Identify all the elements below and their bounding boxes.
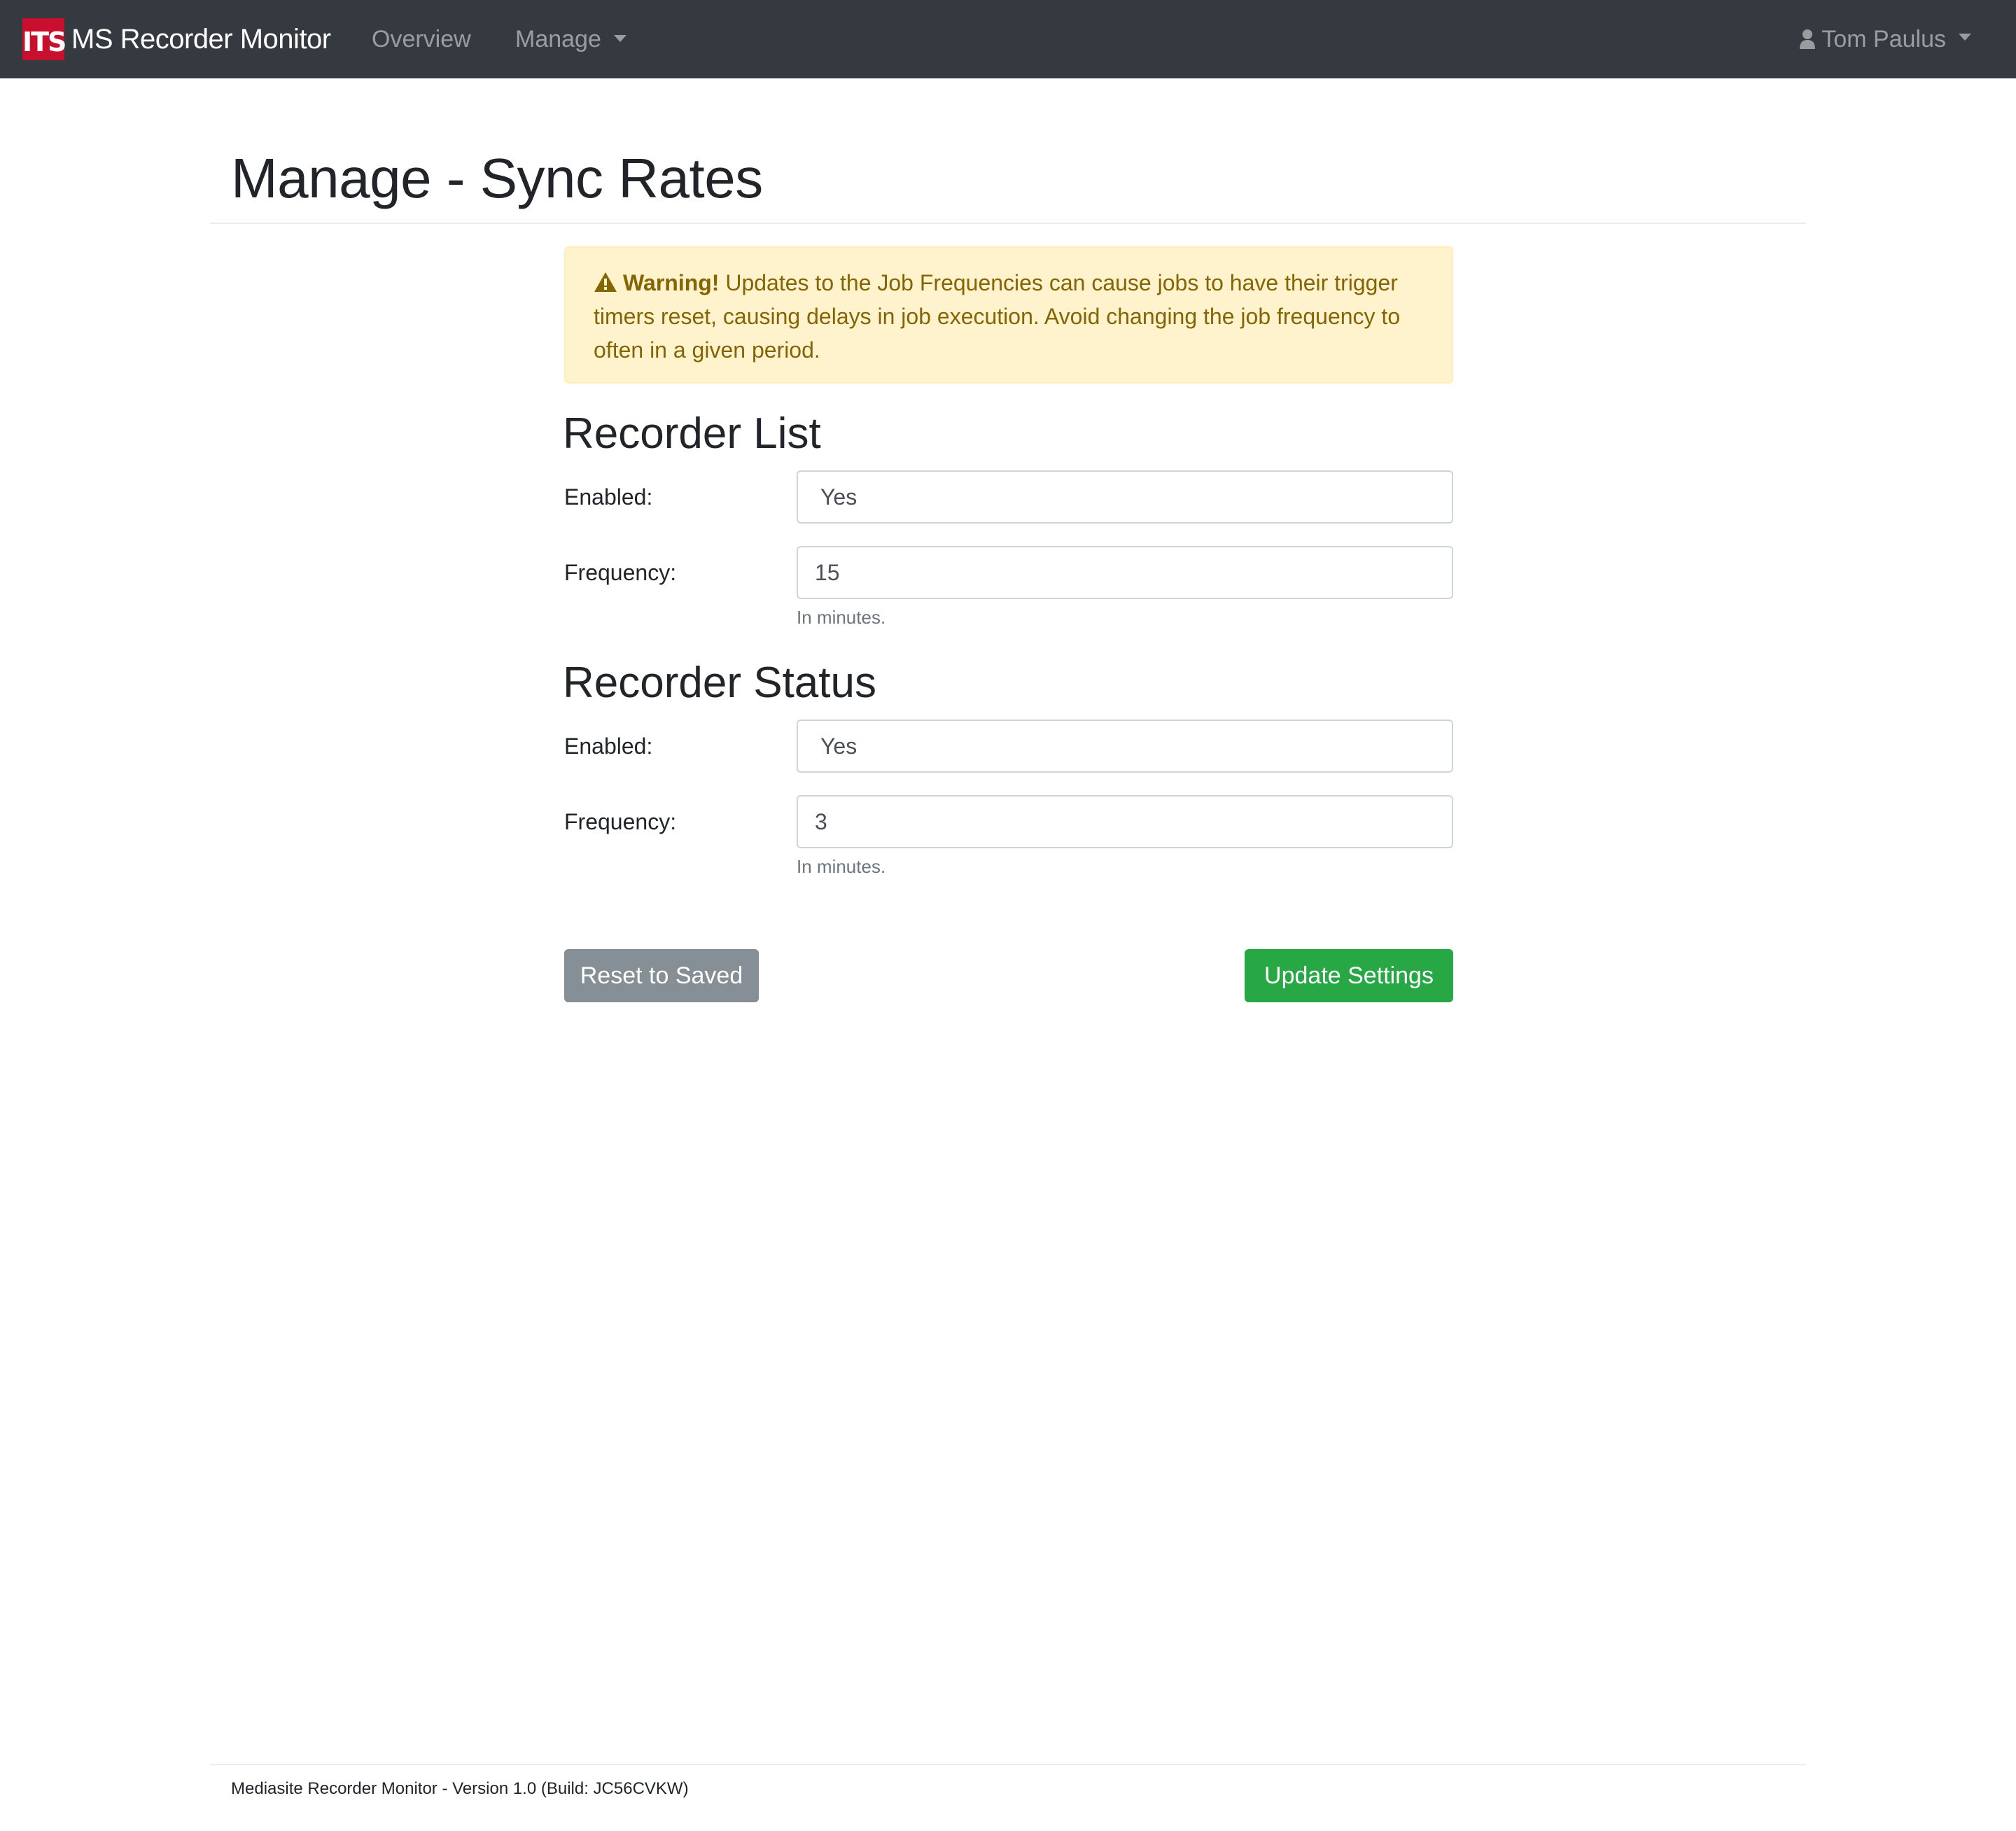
top-navbar: ITS MS Recorder Monitor Overview Manage … — [0, 0, 2016, 78]
user-icon — [1800, 29, 1816, 49]
reset-to-saved-button[interactable]: Reset to Saved — [564, 949, 759, 1002]
user-name: Tom Paulus — [1821, 26, 1946, 52]
brand-link[interactable]: ITS MS Recorder Monitor — [22, 18, 331, 60]
nav-overview[interactable]: Overview — [372, 21, 471, 57]
caret-down-icon — [613, 35, 626, 43]
header-divider — [210, 223, 1806, 224]
warning-alert: Warning! Updates to the Job Frequencies … — [564, 246, 1453, 384]
section-heading-recorder-list: Recorder List — [563, 409, 821, 458]
recorder-status-frequency-value: 3 — [815, 809, 827, 834]
brand-title: MS Recorder Monitor — [71, 23, 331, 55]
recorder-status-frequency-input[interactable]: 3 — [797, 795, 1453, 848]
recorder-list-enabled-select[interactable]: Yes — [797, 470, 1453, 524]
section-heading-recorder-status: Recorder Status — [563, 659, 876, 707]
recorder-status-enabled-select[interactable]: Yes — [797, 720, 1453, 773]
nav-overview-label: Overview — [372, 26, 471, 52]
recorder-list-frequency-input[interactable]: 15 — [797, 546, 1453, 599]
nav-manage-dropdown[interactable]: Manage — [515, 21, 626, 57]
recorder-list-frequency-value: 15 — [815, 560, 840, 585]
recorder-status-enabled-value: Yes — [820, 734, 858, 759]
its-logo: ITS — [22, 18, 66, 60]
recorder-status-frequency-help: In minutes. — [797, 856, 886, 877]
recorder-list-frequency-help: In minutes. — [797, 607, 886, 628]
alert-strong-label: Warning! — [623, 270, 720, 295]
caret-down-icon — [1959, 34, 1971, 41]
recorder-status-enabled-label: Enabled: — [564, 734, 653, 759]
recorder-status-frequency-label: Frequency: — [564, 809, 677, 834]
page-title: Manage - Sync Rates — [231, 147, 763, 209]
footer-version: Mediasite Recorder Monitor - Version 1.0… — [231, 1779, 689, 1798]
update-settings-button[interactable]: Update Settings — [1245, 949, 1453, 1002]
warning-triangle-icon — [594, 272, 617, 292]
footer-divider — [210, 1764, 1806, 1765]
recorder-list-enabled-label: Enabled: — [564, 484, 653, 510]
recorder-list-enabled-value: Yes — [820, 484, 858, 510]
recorder-list-frequency-label: Frequency: — [564, 560, 677, 585]
nav-manage-label: Manage — [515, 26, 601, 52]
user-menu-dropdown[interactable]: Tom Paulus — [1799, 21, 1971, 57]
